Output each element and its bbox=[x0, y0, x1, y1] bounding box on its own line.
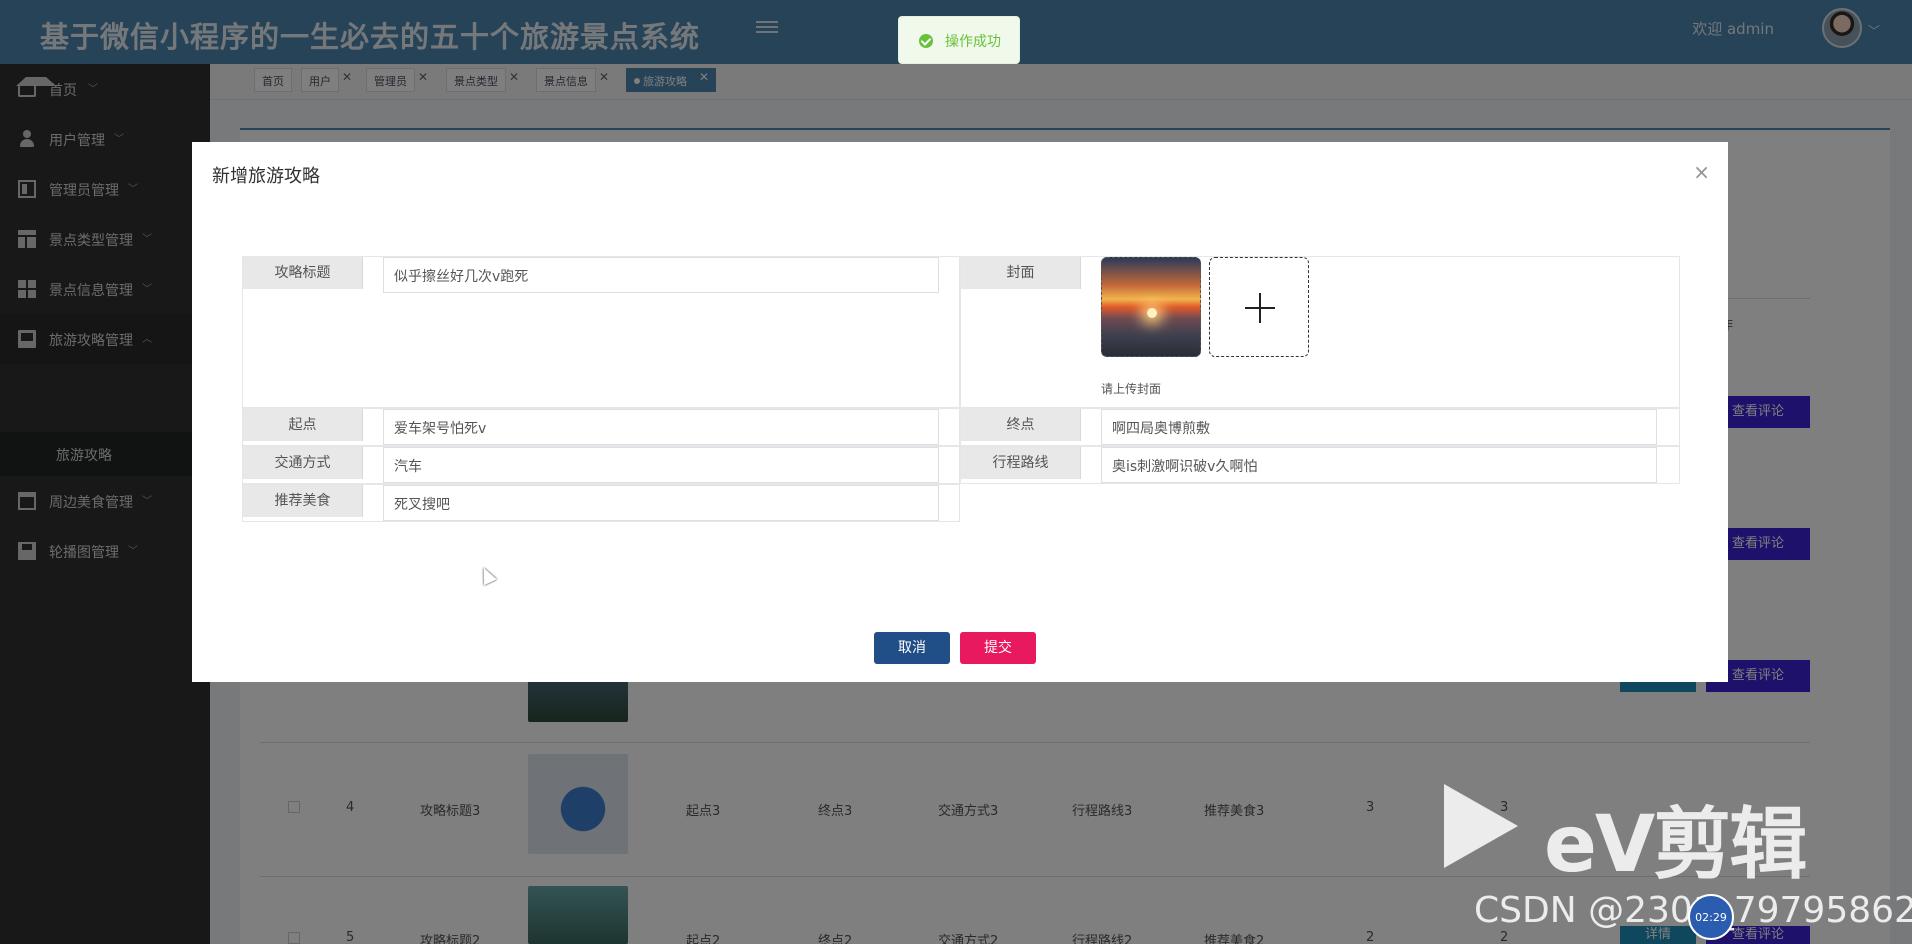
field-label: 推荐美食 bbox=[243, 485, 363, 517]
field-label: 交通方式 bbox=[243, 447, 363, 479]
upload-hint: 请上传封面 bbox=[1101, 382, 1162, 396]
route-input[interactable]: 奥is刺激啊识破v久啊怕 bbox=[1101, 447, 1657, 483]
toast-message: 操作成功 bbox=[945, 34, 1001, 50]
field-label: 行程路线 bbox=[961, 447, 1081, 479]
field-label: 封面 bbox=[961, 257, 1081, 289]
food-input[interactable]: 死叉搜吧 bbox=[383, 485, 939, 521]
form-item-transport: 交通方式 汽车 bbox=[242, 446, 960, 484]
form-item-end: 终点 啊四局奥博煎敷 bbox=[960, 408, 1680, 446]
form-item-title: 攻略标题 似乎擦丝好几次v跑死 bbox=[242, 256, 960, 408]
cover-image[interactable] bbox=[1101, 257, 1201, 357]
title-input[interactable]: 似乎擦丝好几次v跑死 bbox=[383, 257, 939, 293]
form-item-food: 推荐美食 死叉搜吧 bbox=[242, 484, 960, 522]
submit-button[interactable]: 提交 bbox=[960, 632, 1036, 664]
editor-watermark: eV剪辑 bbox=[1544, 800, 1807, 890]
end-input[interactable]: 啊四局奥博煎敷 bbox=[1101, 409, 1657, 445]
add-guide-dialog: 新增旅游攻略 × 攻略标题 似乎擦丝好几次v跑死 封面 请上传封面 起点 爱车架… bbox=[192, 142, 1728, 682]
form-item-cover: 封面 bbox=[960, 256, 1680, 408]
play-logo-icon bbox=[1444, 784, 1518, 868]
transport-input[interactable]: 汽车 bbox=[383, 447, 939, 483]
field-label: 终点 bbox=[961, 409, 1081, 441]
start-input[interactable]: 爱车架号怕死v bbox=[383, 409, 939, 445]
form-item-route: 行程路线 奥is刺激啊识破v久啊怕 bbox=[960, 446, 1680, 484]
dialog-title: 新增旅游攻略 bbox=[212, 166, 320, 187]
check-circle-icon bbox=[919, 34, 933, 48]
form-item-start: 起点 爱车架号怕死v bbox=[242, 408, 960, 446]
field-label: 攻略标题 bbox=[243, 257, 363, 289]
field-label: 起点 bbox=[243, 409, 363, 441]
clock-badge: 02:29 bbox=[1688, 894, 1734, 940]
upload-button[interactable] bbox=[1209, 257, 1309, 357]
close-icon[interactable]: × bbox=[1693, 160, 1710, 184]
success-toast: 操作成功 bbox=[898, 16, 1020, 64]
cancel-button[interactable]: 取消 bbox=[874, 632, 950, 664]
